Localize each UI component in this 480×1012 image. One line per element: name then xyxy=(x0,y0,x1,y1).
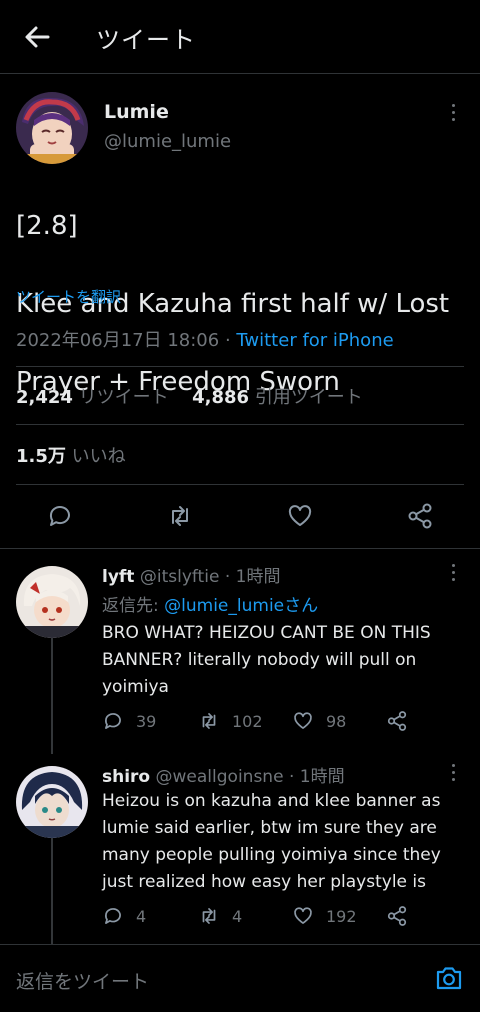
retweet-count: 102 xyxy=(232,711,263,731)
more-options-icon[interactable] xyxy=(450,764,456,784)
tweet-source-link[interactable]: Twitter for iPhone xyxy=(236,330,393,351)
reply-count: 4 xyxy=(136,906,147,926)
reply-input[interactable]: 返信をツイート xyxy=(16,967,149,994)
like-heart-icon[interactable] xyxy=(286,502,314,530)
divider xyxy=(16,484,464,485)
retweet-label: リツイート xyxy=(78,387,169,408)
reply-text: Heizou is on kazuha and klee banner as l… xyxy=(102,791,441,892)
translate-tweet-link[interactable]: ツイートを翻訳 xyxy=(16,286,121,307)
reply-count: 39 xyxy=(136,711,157,731)
page-title: ツイート xyxy=(96,26,196,54)
reply-actions: 39 102 98 xyxy=(102,710,432,734)
quote-count: 4,886 xyxy=(192,387,250,408)
thread-line xyxy=(51,838,53,944)
retweet-count: 4 xyxy=(232,906,243,926)
replying-to: 返信先: @lumie_lumieさん xyxy=(102,591,318,616)
more-options-icon[interactable] xyxy=(450,104,456,124)
reply-icon[interactable] xyxy=(46,502,74,530)
thread-line xyxy=(51,638,53,754)
author-name[interactable]: Lumie xyxy=(104,101,169,123)
share-button[interactable] xyxy=(386,905,420,927)
tweet-stats: 2,424 リツイート 4,886 引用ツイート xyxy=(16,383,363,409)
retweet-icon xyxy=(202,908,216,924)
author-avatar[interactable] xyxy=(16,92,88,164)
reply-compose-bar: 返信をツイート xyxy=(0,944,480,1012)
reply-avatar[interactable] xyxy=(16,766,88,838)
reply-header: lyft @itslyftie · 1時間 xyxy=(102,562,280,587)
retweet-button[interactable]: 4 xyxy=(198,905,242,927)
likes-count: 1.5万 xyxy=(16,446,66,467)
likes-stat[interactable]: 1.5万 いいね xyxy=(16,442,126,468)
reply-time: · 1時間 xyxy=(283,767,345,787)
reply-icon xyxy=(105,908,121,924)
like-button[interactable]: 98 xyxy=(292,710,346,732)
share-icon[interactable] xyxy=(406,502,434,530)
reply-header: shiro @weallgoinsne · 1時間 xyxy=(102,762,345,787)
retweet-icon xyxy=(202,713,216,729)
meta-separator: · xyxy=(219,330,237,351)
retweet-count: 2,424 xyxy=(16,387,73,408)
reply-icon xyxy=(105,713,121,729)
reply-button[interactable]: 4 xyxy=(102,905,146,927)
camera-icon[interactable] xyxy=(434,963,464,993)
reply-author-name[interactable]: lyft xyxy=(102,567,134,587)
reply-to-mention[interactable]: @lumie_lumie xyxy=(164,596,284,616)
like-heart-icon xyxy=(294,907,312,924)
quote-label: 引用ツイート xyxy=(254,387,363,408)
author-handle[interactable]: @lumie_lumie xyxy=(104,131,231,152)
reply-button[interactable]: 39 xyxy=(102,710,156,732)
like-count: 98 xyxy=(326,711,347,731)
like-heart-icon xyxy=(294,712,312,729)
reply-actions: 4 4 192 xyxy=(102,905,432,929)
retweet-button[interactable]: 102 xyxy=(198,710,263,732)
retweet-icon[interactable] xyxy=(166,502,194,530)
divider xyxy=(16,424,464,425)
top-bar: ツイート xyxy=(0,0,480,74)
reply-to-prefix: 返信先: xyxy=(102,596,165,616)
back-arrow-icon[interactable] xyxy=(22,22,52,52)
tweet-line: [2.8] xyxy=(16,211,78,241)
quote-stat[interactable]: 4,886 引用ツイート xyxy=(192,387,363,408)
retweet-stat[interactable]: 2,424 リツイート xyxy=(16,387,169,408)
share-icon xyxy=(387,906,407,926)
share-button[interactable] xyxy=(386,710,420,732)
divider xyxy=(16,366,464,367)
tweet-datetime: 2022年06月17日 18:06 xyxy=(16,330,220,351)
reply-author-name[interactable]: shiro xyxy=(102,767,150,787)
reply-time: · 1時間 xyxy=(219,567,281,587)
reply-avatar[interactable] xyxy=(16,566,88,638)
reply-author-handle[interactable]: @weallgoinsne xyxy=(156,767,284,787)
likes-label: いいね xyxy=(71,446,126,467)
tweet-metadata: 2022年06月17日 18:06 · Twitter for iPhone xyxy=(16,326,394,352)
reply-to-suffix: さん xyxy=(284,596,319,616)
more-options-icon[interactable] xyxy=(450,564,456,584)
like-count: 192 xyxy=(326,906,357,926)
share-icon xyxy=(387,711,407,731)
like-button[interactable]: 192 xyxy=(292,905,357,927)
reply-author-handle[interactable]: @itslyftie xyxy=(140,567,220,587)
reply-text: BRO WHAT? HEIZOU CANT BE ON THIS BANNER?… xyxy=(102,623,431,697)
divider xyxy=(0,548,480,549)
